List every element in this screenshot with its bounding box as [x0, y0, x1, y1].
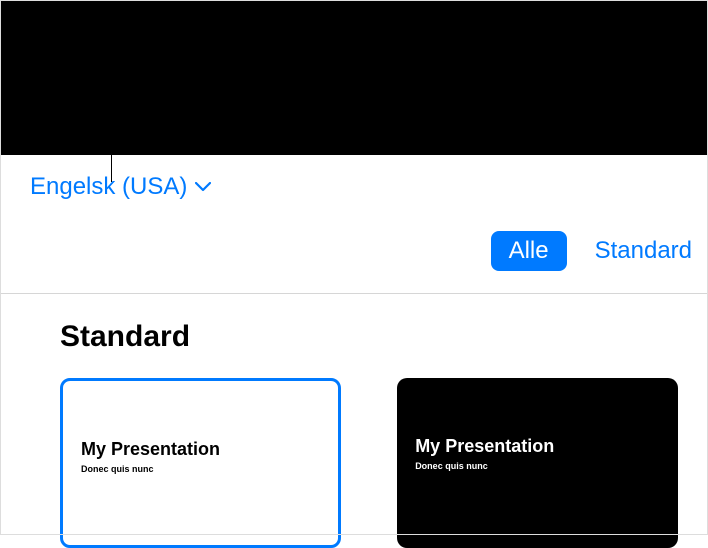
template-title: My Presentation [415, 436, 660, 457]
templates-row: My Presentation Donec quis nunc My Prese… [60, 378, 678, 548]
filter-all-button[interactable]: Alle [491, 231, 567, 271]
language-label: Engelsk (USA) [30, 173, 187, 201]
section-title: Standard [60, 320, 678, 354]
language-row: Engelsk (USA) [0, 155, 708, 211]
top-black-region [0, 0, 708, 155]
language-select[interactable]: Engelsk (USA) [30, 173, 211, 201]
template-inner: My Presentation Donec quis nunc [63, 381, 338, 474]
template-title: My Presentation [81, 439, 320, 460]
filter-standard-button[interactable]: Standard [595, 237, 692, 265]
header-area: Engelsk (USA) Alle Standard [0, 155, 708, 294]
filter-row: Alle Standard [0, 211, 708, 293]
callout-indicator-line [111, 118, 112, 182]
template-subtitle: Donec quis nunc [81, 464, 320, 474]
template-card-white[interactable]: My Presentation Donec quis nunc [60, 378, 341, 548]
content-area: Standard My Presentation Donec quis nunc… [0, 294, 708, 548]
template-inner: My Presentation Donec quis nunc [397, 378, 678, 471]
chevron-down-icon [195, 182, 211, 192]
template-card-black[interactable]: My Presentation Donec quis nunc [397, 378, 678, 548]
template-subtitle: Donec quis nunc [415, 461, 660, 471]
